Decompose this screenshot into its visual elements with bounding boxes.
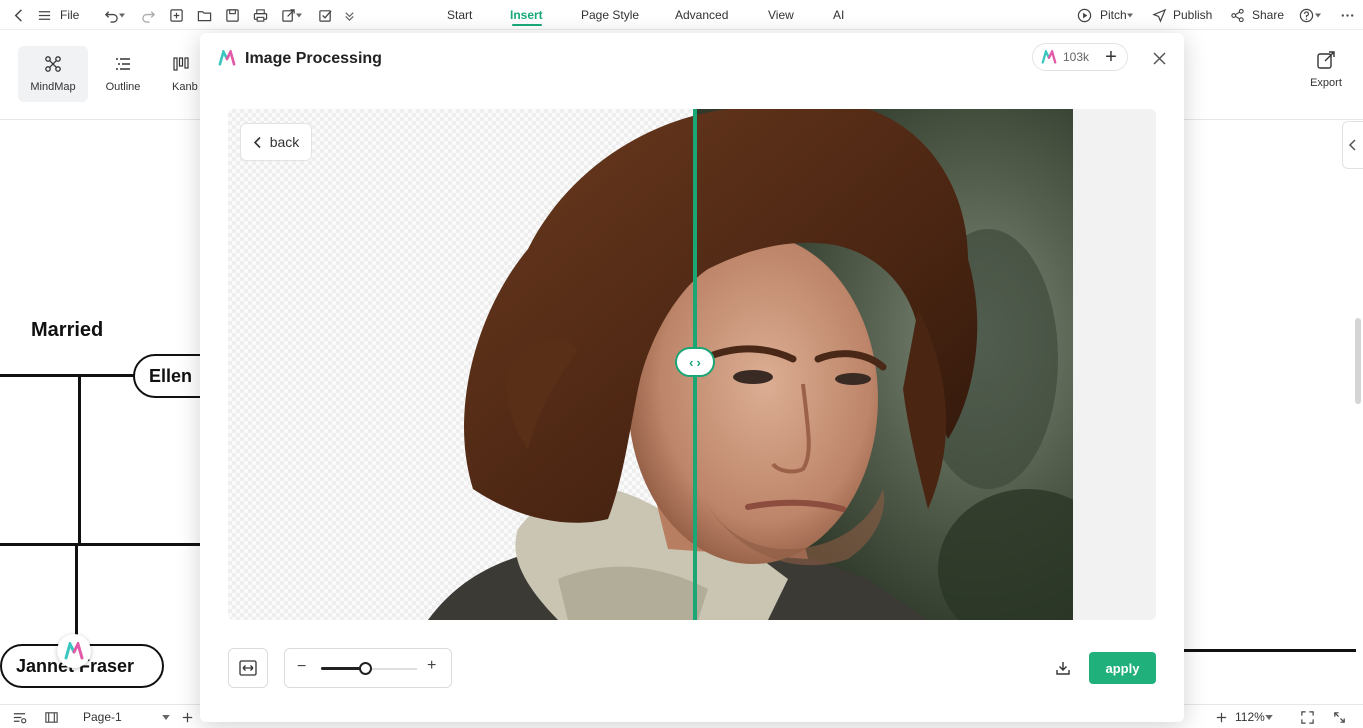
app-logo-icon [64,642,84,660]
download-button[interactable] [1052,657,1074,679]
export-label: Export [1310,77,1342,89]
zoom-in-button[interactable]: + [427,657,436,675]
connector-line [0,374,135,377]
kanban-icon [173,57,189,71]
publish-send-icon[interactable] [1150,6,1168,24]
tab-start[interactable]: Start [447,8,472,22]
tab-page-style[interactable]: Page Style [581,8,639,22]
connector-line [1184,649,1356,652]
help-dropdown-icon[interactable] [1314,6,1322,24]
zoom-in-icon[interactable] [1212,708,1230,726]
tab-view[interactable]: View [768,8,794,22]
share-icon[interactable] [1228,6,1246,24]
chevron-left-icon [1348,139,1356,151]
outline-view-button[interactable]: Outline [88,46,158,102]
back-arrow-icon[interactable] [10,6,28,24]
export-dropdown-icon[interactable] [295,6,303,24]
pitch-play-icon[interactable] [1075,6,1093,24]
fit-screen-icon[interactable] [1298,708,1316,726]
file-menu[interactable]: File [60,8,79,22]
publish-button[interactable]: Publish [1173,8,1212,22]
new-page-icon[interactable] [167,6,185,24]
zoom-dropdown-icon[interactable] [1264,708,1274,726]
share-button[interactable]: Share [1252,8,1284,22]
page-panel-icon[interactable] [42,708,60,726]
add-credits-button[interactable]: + [1101,47,1121,67]
connector-line [0,543,200,546]
vertical-scrollbar[interactable] [1355,318,1361,404]
page-dropdown-icon[interactable] [161,708,171,726]
fullscreen-icon[interactable] [1330,708,1348,726]
back-button[interactable]: back [240,123,312,161]
add-page-icon[interactable] [178,708,196,726]
node-ellen-text: Ellen [149,365,193,386]
print-icon[interactable] [251,6,269,24]
save-icon[interactable] [223,6,241,24]
page-settings-icon[interactable] [10,708,28,726]
zoom-level[interactable]: 112% [1235,710,1265,724]
back-label: back [269,134,300,150]
hamburger-menu-icon[interactable] [35,6,53,24]
page-selector[interactable]: Page-1 [83,710,122,724]
open-folder-icon[interactable] [195,6,213,24]
dialog-title: Image Processing [245,50,382,67]
tab-insert[interactable]: Insert [510,8,543,22]
pitch-button[interactable]: Pitch [1100,8,1127,22]
more-options-icon[interactable] [1338,6,1356,24]
export-button[interactable]: Export [1302,50,1350,94]
tab-advanced[interactable]: Advanced [675,8,728,22]
export-icon [1317,51,1335,69]
zoom-slider-thumb[interactable] [358,662,372,675]
top-menu-bar: File Start Insert Page Style Advanced Vi… [0,0,1363,30]
apply-button[interactable]: apply [1089,652,1156,684]
pitch-dropdown-icon[interactable] [1126,6,1134,24]
portrait-image [428,109,1073,620]
mindmap-view-button[interactable]: MindMap [18,46,88,102]
mindmap-label: MindMap [30,81,76,93]
chevron-left-icon: ‹ [689,354,694,370]
download-icon [1056,662,1070,675]
more-chevron-icon[interactable] [340,6,358,24]
fit-width-icon [239,660,257,676]
mindmap-icon [45,56,61,72]
outline-label: Outline [105,81,141,93]
image-processing-dialog: Image Processing 103k + ‹ › back − + app… [200,33,1184,722]
chevron-right-icon: › [696,354,701,370]
help-icon[interactable] [1297,6,1315,24]
ai-assistant-badge[interactable] [57,634,91,668]
chevron-left-icon [253,136,261,148]
zoom-out-button[interactable]: − [297,658,306,676]
tab-ai[interactable]: AI [833,8,844,22]
close-icon[interactable] [1150,49,1168,67]
connector-line [78,374,81,544]
connector-line [75,543,78,643]
outline-list-icon [116,58,130,70]
undo-dropdown-icon[interactable] [118,6,126,24]
credits-badge: 103k + [1032,43,1128,71]
right-panel-toggle[interactable] [1342,121,1363,169]
fit-width-button[interactable] [228,648,268,688]
app-logo-icon [218,50,236,66]
married-label[interactable]: Married [31,319,103,342]
zoom-control: − + [284,648,452,688]
credits-logo-icon [1041,50,1057,64]
task-check-icon[interactable] [316,6,334,24]
compare-slider-handle[interactable]: ‹ › [675,347,715,377]
kanban-label: Kanb [172,81,198,93]
kanban-view-button[interactable]: Kanb [158,46,200,102]
redo-icon[interactable] [139,6,157,24]
image-compare-area[interactable]: ‹ › back [228,109,1156,620]
active-tab-indicator [512,24,542,26]
credits-count: 103k [1063,50,1090,64]
